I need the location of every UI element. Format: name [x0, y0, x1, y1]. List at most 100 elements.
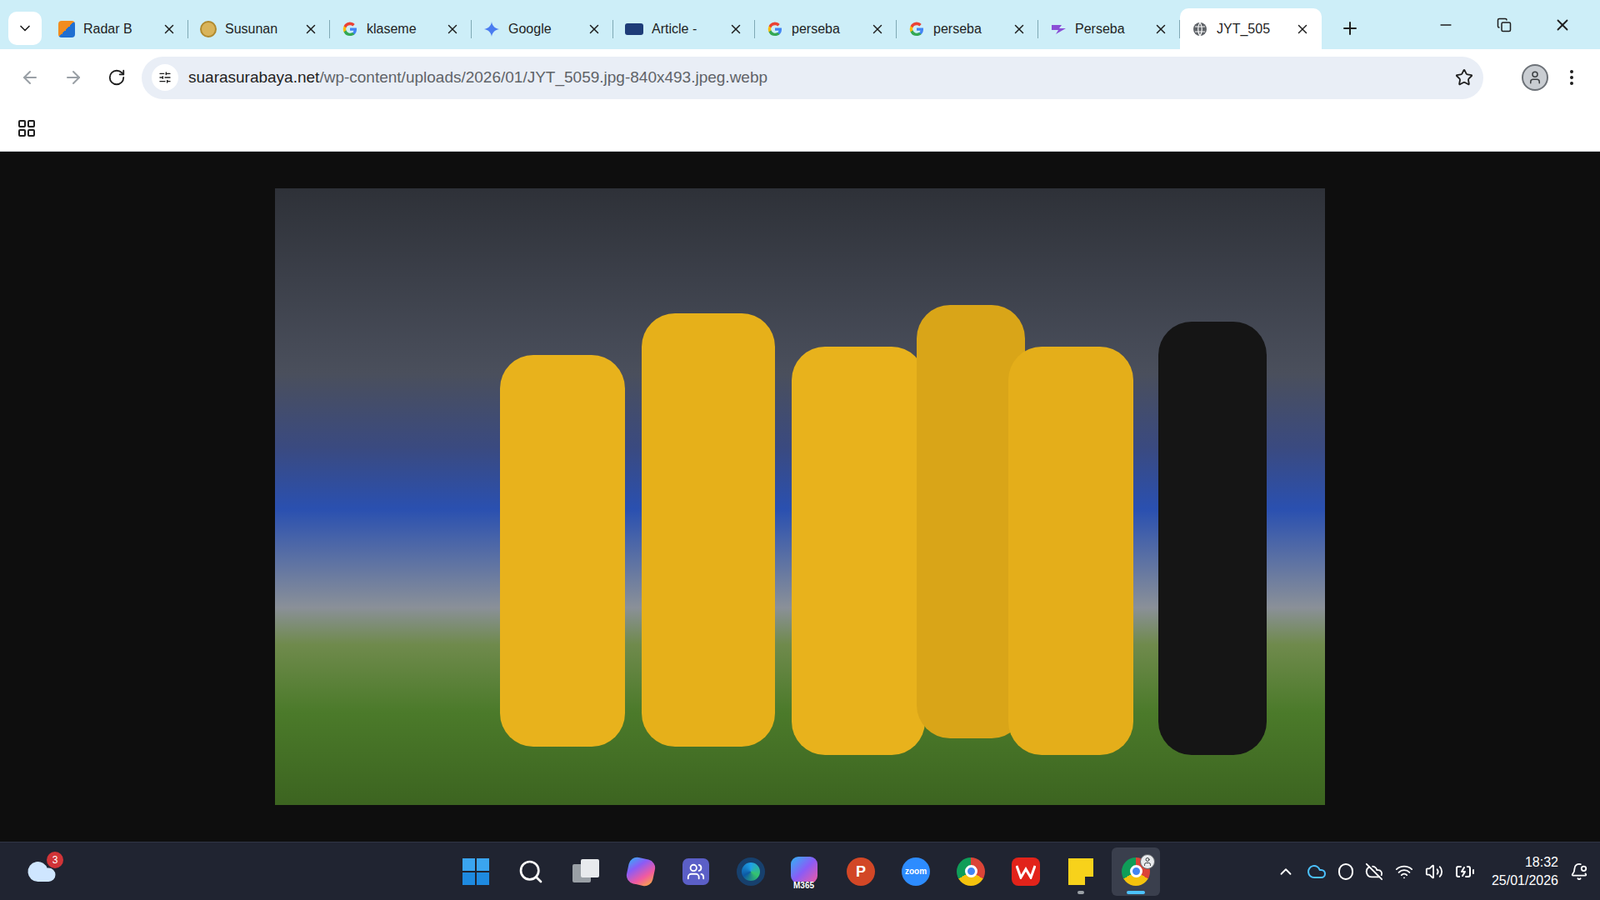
photo: [275, 188, 1325, 805]
perseba-icon: [1050, 20, 1067, 38]
tray-overflow-icon[interactable]: [1276, 862, 1295, 881]
screen: Radar B Susunan klaseme Google Article - pers…: [0, 0, 1600, 900]
google-icon: [908, 20, 925, 38]
browser-tab[interactable]: JYT_505: [1180, 8, 1322, 50]
tab-strip: Radar B Susunan klaseme Google Article - pers…: [0, 0, 1600, 50]
volume-icon[interactable]: [1425, 862, 1444, 881]
edge-icon: [736, 857, 765, 886]
taskview-icon: [572, 859, 600, 885]
image-viewer: [0, 151, 1600, 842]
wifi-icon[interactable]: [1395, 862, 1414, 881]
close-icon[interactable]: [870, 21, 885, 37]
taskbar-app[interactable]: zoom: [891, 847, 940, 896]
browser-tab[interactable]: klaseme: [330, 8, 472, 50]
browser-tab[interactable]: Perseba: [1038, 8, 1180, 50]
close-icon[interactable]: [1295, 21, 1310, 37]
focus-icon[interactable]: [1338, 863, 1354, 880]
url: suarasurabaya.net/wp-content/uploads/202…: [188, 65, 1445, 90]
close-icon[interactable]: [1011, 21, 1027, 37]
menu-button[interactable]: [1555, 59, 1589, 96]
browser-tab[interactable]: perseba: [755, 8, 897, 50]
tab-label: Article -: [651, 19, 720, 40]
window-controls: [1416, 0, 1592, 50]
browser-tab[interactable]: Article -: [613, 8, 755, 50]
close-icon[interactable]: [586, 21, 602, 37]
bookmarks-bar: [0, 105, 1600, 152]
back-button[interactable]: [11, 59, 49, 96]
tab-separator: [612, 20, 614, 39]
tab-separator: [329, 20, 330, 39]
taskbar-app[interactable]: [726, 847, 775, 896]
search-icon: [517, 858, 545, 885]
close-icon[interactable]: [303, 21, 319, 37]
browser-tab[interactable]: perseba: [896, 8, 1039, 50]
taskbar-app[interactable]: [616, 847, 665, 896]
tempo-icon: [200, 20, 217, 38]
sync-off-icon[interactable]: [1365, 862, 1384, 881]
restore-icon: [1496, 17, 1512, 33]
taskbar-app[interactable]: [946, 847, 995, 896]
taskbar-app[interactable]: [561, 847, 610, 896]
site-info-button[interactable]: [151, 64, 179, 91]
close-window-button[interactable]: [1533, 0, 1592, 50]
address-bar[interactable]: suarasurabaya.net/wp-content/uploads/202…: [141, 56, 1484, 100]
tab-label: perseba: [933, 19, 1004, 40]
tab-label: Susunan: [225, 19, 295, 40]
chrome-icon: [1121, 857, 1150, 886]
weather-widget[interactable]: 3: [23, 853, 60, 890]
url-path: /wp-content/uploads/2026/01/JYT_5059.jpg…: [319, 68, 768, 86]
onedrive-icon[interactable]: [1306, 861, 1327, 882]
powerpoint-icon: P: [846, 857, 875, 886]
taskbar-app[interactable]: P: [836, 847, 885, 896]
url-host: suarasurabaya.net: [188, 68, 320, 86]
taskbar-app[interactable]: [671, 847, 720, 896]
globe-icon: [1191, 20, 1209, 38]
ro-icon: [625, 23, 644, 35]
wps-icon: [1011, 857, 1040, 886]
more-icon: [1561, 67, 1582, 88]
taskbar-app[interactable]: [506, 847, 555, 896]
taskbar-app[interactable]: [1056, 847, 1105, 896]
clock[interactable]: 18:3225/01/2026: [1491, 853, 1559, 890]
sticky-notes-icon: [1068, 858, 1094, 885]
close-icon[interactable]: [728, 21, 744, 37]
close-icon[interactable]: [1153, 21, 1169, 37]
tab-separator: [754, 20, 755, 39]
m365-label: M365: [792, 881, 815, 890]
tab-separator: [1037, 20, 1039, 39]
gemini-icon: [483, 20, 500, 38]
toolbar: suarasurabaya.net/wp-content/uploads/202…: [0, 49, 1600, 106]
tab-label: perseba: [791, 19, 862, 40]
reload-button[interactable]: [98, 59, 135, 96]
taskbar-app[interactable]: [451, 847, 500, 896]
zoom-icon: zoom: [901, 857, 930, 886]
restore-button[interactable]: [1475, 0, 1534, 50]
profile-avatar[interactable]: [1521, 64, 1549, 91]
close-icon[interactable]: [161, 21, 177, 37]
browser-tab[interactable]: Susunan: [188, 8, 330, 50]
browser-tab[interactable]: Google: [471, 8, 614, 50]
tab-label: klaseme: [366, 19, 437, 40]
copilot-icon: [625, 855, 657, 888]
minimize-button[interactable]: [1416, 0, 1475, 50]
running-indicator: [1077, 890, 1085, 895]
running-indicator: [1126, 890, 1145, 895]
close-icon[interactable]: [445, 21, 460, 37]
taskbar-app[interactable]: [1001, 847, 1050, 896]
tab-search-button[interactable]: [8, 11, 42, 45]
new-tab-button[interactable]: [1333, 11, 1367, 45]
tab-label: JYT_505: [1216, 19, 1287, 40]
bookmark-star-icon[interactable]: [1455, 68, 1474, 87]
chevron-down-icon: [16, 20, 34, 37]
notification-icon[interactable]: [1570, 862, 1589, 881]
clock-time: 18:32: [1525, 853, 1559, 872]
apps-button[interactable]: [13, 115, 40, 142]
chrome-icon: [956, 857, 985, 886]
taskbar-app[interactable]: M365: [781, 847, 830, 896]
site-info-icon: [158, 70, 172, 85]
taskbar-app[interactable]: [1111, 847, 1160, 896]
browser-tab[interactable]: Radar B: [46, 8, 189, 50]
arrow-left-icon: [20, 67, 40, 88]
forward-button[interactable]: [55, 59, 92, 96]
battery-icon[interactable]: [1455, 861, 1475, 882]
